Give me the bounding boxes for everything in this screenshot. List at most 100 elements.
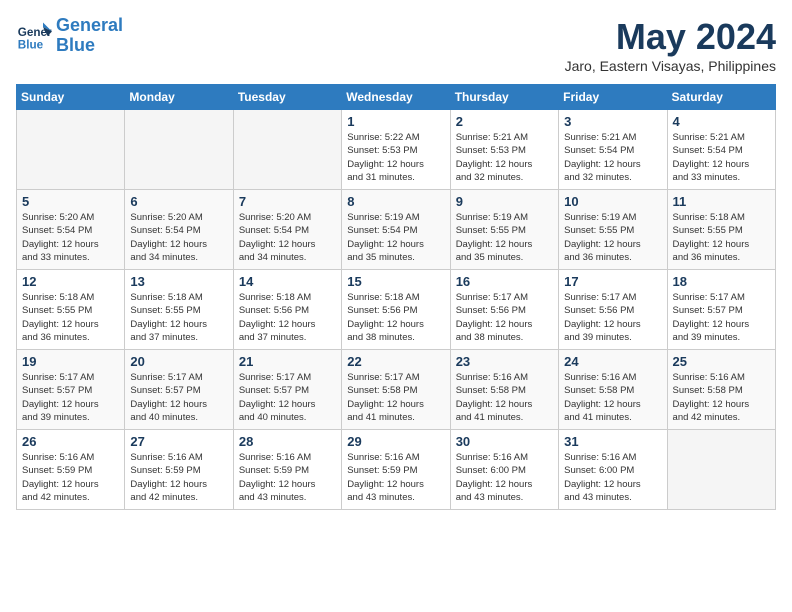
day-info: Sunrise: 5:21 AM Sunset: 5:54 PM Dayligh… — [673, 131, 770, 184]
weekday-header: Friday — [559, 85, 667, 110]
day-number: 27 — [130, 434, 227, 449]
day-number: 23 — [456, 354, 553, 369]
weekday-header: Saturday — [667, 85, 775, 110]
calendar-day: 27 Sunrise: 5:16 AM Sunset: 5:59 PM Dayli… — [125, 430, 233, 510]
logo-text: General Blue — [56, 16, 123, 56]
day-number: 28 — [239, 434, 336, 449]
calendar-week-row: 19 Sunrise: 5:17 AM Sunset: 5:57 PM Dayli… — [17, 350, 776, 430]
day-info: Sunrise: 5:17 AM Sunset: 5:58 PM Dayligh… — [347, 371, 444, 424]
logo-icon: General Blue — [16, 18, 52, 54]
page-header: General Blue General Blue May 2024 Jaro,… — [16, 16, 776, 74]
weekday-header: Sunday — [17, 85, 125, 110]
calendar-day — [667, 430, 775, 510]
day-info: Sunrise: 5:16 AM Sunset: 5:59 PM Dayligh… — [130, 451, 227, 504]
day-info: Sunrise: 5:16 AM Sunset: 5:58 PM Dayligh… — [564, 371, 661, 424]
day-info: Sunrise: 5:18 AM Sunset: 5:55 PM Dayligh… — [130, 291, 227, 344]
calendar-day: 1Sunrise: 5:22 AM Sunset: 5:53 PM Daylig… — [342, 110, 450, 190]
calendar-day: 23Sunrise: 5:16 AM Sunset: 5:58 PM Dayli… — [450, 350, 558, 430]
calendar-day: 16Sunrise: 5:17 AM Sunset: 5:56 PM Dayli… — [450, 270, 558, 350]
day-info: Sunrise: 5:17 AM Sunset: 5:57 PM Dayligh… — [673, 291, 770, 344]
weekday-header-row: SundayMondayTuesdayWednesdayThursdayFrid… — [17, 85, 776, 110]
day-info: Sunrise: 5:21 AM Sunset: 5:54 PM Dayligh… — [564, 131, 661, 184]
day-info: Sunrise: 5:19 AM Sunset: 5:55 PM Dayligh… — [456, 211, 553, 264]
calendar-day: 11 Sunrise: 5:18 AM Sunset: 5:55 PM Dayli… — [667, 190, 775, 270]
svg-text:Blue: Blue — [18, 38, 44, 51]
calendar-day: 6 Sunrise: 5:20 AM Sunset: 5:54 PM Daylig… — [125, 190, 233, 270]
day-number: 12 — [22, 274, 119, 289]
calendar-day: 5Sunrise: 5:20 AM Sunset: 5:54 PM Daylig… — [17, 190, 125, 270]
calendar-day: 29Sunrise: 5:16 AM Sunset: 5:59 PM Dayli… — [342, 430, 450, 510]
day-info: Sunrise: 5:20 AM Sunset: 5:54 PM Dayligh… — [130, 211, 227, 264]
day-number: 17 — [564, 274, 661, 289]
day-number: 9 — [456, 194, 553, 209]
day-info: Sunrise: 5:17 AM Sunset: 5:57 PM Dayligh… — [22, 371, 119, 424]
day-info: Sunrise: 5:17 AM Sunset: 5:56 PM Dayligh… — [456, 291, 553, 344]
weekday-header: Monday — [125, 85, 233, 110]
logo-line2: Blue — [56, 35, 95, 55]
calendar-week-row: 1Sunrise: 5:22 AM Sunset: 5:53 PM Daylig… — [17, 110, 776, 190]
logo: General Blue General Blue — [16, 16, 123, 56]
calendar-day: 4Sunrise: 5:21 AM Sunset: 5:54 PM Daylig… — [667, 110, 775, 190]
calendar-day: 20 Sunrise: 5:17 AM Sunset: 5:57 PM Dayli… — [125, 350, 233, 430]
day-number: 13 — [130, 274, 227, 289]
day-info: Sunrise: 5:18 AM Sunset: 5:56 PM Dayligh… — [347, 291, 444, 344]
calendar-day: 19 Sunrise: 5:17 AM Sunset: 5:57 PM Dayli… — [17, 350, 125, 430]
day-number: 26 — [22, 434, 119, 449]
calendar-day: 31Sunrise: 5:16 AM Sunset: 6:00 PM Dayli… — [559, 430, 667, 510]
day-info: Sunrise: 5:19 AM Sunset: 5:55 PM Dayligh… — [564, 211, 661, 264]
calendar-day: 26 Sunrise: 5:16 AM Sunset: 5:59 PM Dayli… — [17, 430, 125, 510]
calendar-day — [125, 110, 233, 190]
weekday-header: Wednesday — [342, 85, 450, 110]
calendar-day: 28 Sunrise: 5:16 AM Sunset: 5:59 PM Dayli… — [233, 430, 341, 510]
day-number: 11 — [673, 194, 770, 209]
title-area: May 2024 Jaro, Eastern Visayas, Philippi… — [565, 16, 776, 74]
day-number: 3 — [564, 114, 661, 129]
month-title: May 2024 — [565, 16, 776, 58]
calendar-day — [233, 110, 341, 190]
day-info: Sunrise: 5:19 AM Sunset: 5:54 PM Dayligh… — [347, 211, 444, 264]
calendar-week-row: 12 Sunrise: 5:18 AM Sunset: 5:55 PM Dayli… — [17, 270, 776, 350]
weekday-header: Tuesday — [233, 85, 341, 110]
calendar-day: 25 Sunrise: 5:16 AM Sunset: 5:58 PM Dayli… — [667, 350, 775, 430]
day-info: Sunrise: 5:16 AM Sunset: 5:59 PM Dayligh… — [22, 451, 119, 504]
day-info: Sunrise: 5:16 AM Sunset: 6:00 PM Dayligh… — [456, 451, 553, 504]
day-number: 22 — [347, 354, 444, 369]
day-number: 25 — [673, 354, 770, 369]
day-info: Sunrise: 5:20 AM Sunset: 5:54 PM Dayligh… — [239, 211, 336, 264]
day-number: 24 — [564, 354, 661, 369]
calendar-day: 8 Sunrise: 5:19 AM Sunset: 5:54 PM Daylig… — [342, 190, 450, 270]
day-info: Sunrise: 5:17 AM Sunset: 5:57 PM Dayligh… — [239, 371, 336, 424]
day-number: 20 — [130, 354, 227, 369]
calendar-day — [17, 110, 125, 190]
calendar-day: 21Sunrise: 5:17 AM Sunset: 5:57 PM Dayli… — [233, 350, 341, 430]
day-info: Sunrise: 5:18 AM Sunset: 5:55 PM Dayligh… — [673, 211, 770, 264]
day-number: 8 — [347, 194, 444, 209]
day-info: Sunrise: 5:16 AM Sunset: 5:58 PM Dayligh… — [673, 371, 770, 424]
logo-line1: General — [56, 15, 123, 35]
calendar-day: 3 Sunrise: 5:21 AM Sunset: 5:54 PM Daylig… — [559, 110, 667, 190]
day-number: 31 — [564, 434, 661, 449]
day-info: Sunrise: 5:17 AM Sunset: 5:56 PM Dayligh… — [564, 291, 661, 344]
day-info: Sunrise: 5:18 AM Sunset: 5:56 PM Dayligh… — [239, 291, 336, 344]
calendar-table: SundayMondayTuesdayWednesdayThursdayFrid… — [16, 84, 776, 510]
day-info: Sunrise: 5:18 AM Sunset: 5:55 PM Dayligh… — [22, 291, 119, 344]
day-number: 15 — [347, 274, 444, 289]
calendar-day: 13 Sunrise: 5:18 AM Sunset: 5:55 PM Dayli… — [125, 270, 233, 350]
calendar-day: 18Sunrise: 5:17 AM Sunset: 5:57 PM Dayli… — [667, 270, 775, 350]
day-number: 30 — [456, 434, 553, 449]
calendar-day: 22 Sunrise: 5:17 AM Sunset: 5:58 PM Dayli… — [342, 350, 450, 430]
day-number: 29 — [347, 434, 444, 449]
calendar-day: 9 Sunrise: 5:19 AM Sunset: 5:55 PM Daylig… — [450, 190, 558, 270]
calendar-day: 30 Sunrise: 5:16 AM Sunset: 6:00 PM Dayli… — [450, 430, 558, 510]
day-number: 19 — [22, 354, 119, 369]
calendar-week-row: 26 Sunrise: 5:16 AM Sunset: 5:59 PM Dayli… — [17, 430, 776, 510]
day-info: Sunrise: 5:17 AM Sunset: 5:57 PM Dayligh… — [130, 371, 227, 424]
location: Jaro, Eastern Visayas, Philippines — [565, 58, 776, 74]
day-number: 6 — [130, 194, 227, 209]
day-number: 14 — [239, 274, 336, 289]
day-number: 1 — [347, 114, 444, 129]
day-info: Sunrise: 5:16 AM Sunset: 5:59 PM Dayligh… — [239, 451, 336, 504]
calendar-day: 14 Sunrise: 5:18 AM Sunset: 5:56 PM Dayli… — [233, 270, 341, 350]
day-info: Sunrise: 5:20 AM Sunset: 5:54 PM Dayligh… — [22, 211, 119, 264]
calendar-day: 24 Sunrise: 5:16 AM Sunset: 5:58 PM Dayli… — [559, 350, 667, 430]
